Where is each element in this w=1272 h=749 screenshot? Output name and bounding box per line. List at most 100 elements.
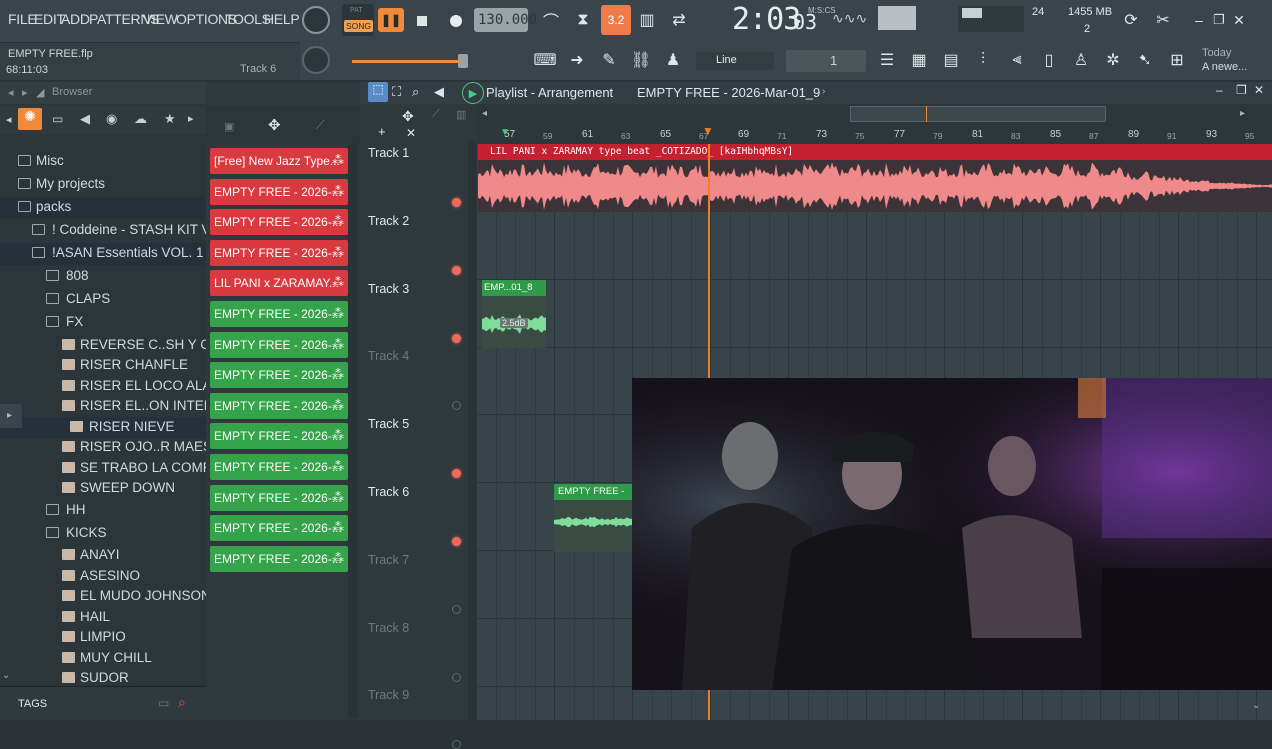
track-mute-led[interactable] <box>452 401 461 411</box>
countdown-button[interactable]: 3.2 <box>601 5 631 35</box>
track-label[interactable]: Track 1 <box>368 146 409 160</box>
wrench-icon[interactable]: ✲ <box>1100 48 1126 72</box>
step-edit-icon[interactable]: ▥ <box>634 8 660 32</box>
back-icon[interactable]: ◂ <box>6 113 12 126</box>
speaker-icon[interactable]: ◀ <box>434 84 444 100</box>
menu-view[interactable]: VIEW <box>143 11 178 27</box>
audio-clip-track6[interactable]: EMPTY FREE - <box>554 484 634 552</box>
master-pitch-knob[interactable] <box>302 46 330 74</box>
clip-source-item[interactable]: EMPTY FREE - 2026-... ⁂ <box>210 515 348 542</box>
maximize-icon[interactable]: ❐ <box>1236 83 1247 97</box>
loop-record-icon[interactable]: ⇄ <box>666 8 692 32</box>
clip-source-item[interactable]: EMPTY FREE - 2026-... ⁂ <box>210 301 348 327</box>
share-icon[interactable]: ➷ <box>1132 48 1158 72</box>
track-mute-led[interactable] <box>452 198 461 207</box>
plugin-tab-icon[interactable]: ◀ <box>80 111 90 127</box>
master-volume-knob[interactable] <box>302 6 330 34</box>
clip-source-item[interactable]: EMPTY FREE - 2026-... ⁂ <box>210 423 348 450</box>
collapse-arrow-icon[interactable]: ◂ <box>8 86 14 99</box>
clip-list-scrollbar[interactable] <box>348 142 358 718</box>
all-files-icon[interactable]: ✺ <box>18 108 42 130</box>
track-label[interactable]: Track 3 <box>368 282 409 296</box>
record-button[interactable] <box>444 9 468 33</box>
play-music-icon[interactable]: ▶ <box>462 82 484 104</box>
browser-item[interactable]: HH <box>0 500 206 522</box>
clip-source-item[interactable]: EMPTY FREE - 2026-... ⁂ <box>210 454 348 480</box>
scroll-left-icon[interactable]: ◂ <box>482 108 487 119</box>
browser-item[interactable]: RISER NIEVE <box>0 417 206 439</box>
overview-bar[interactable]: ◂ ▸ <box>476 104 1272 126</box>
move-icon[interactable]: ✥ <box>402 108 414 125</box>
close-icon[interactable]: ✕ <box>406 126 416 140</box>
snap-select[interactable]: Line <box>696 52 774 70</box>
clip-source-item[interactable]: EMPTY FREE - 2026-... ⁂ <box>210 239 348 266</box>
timeline-ruler[interactable]: 57 59 61 63 65 67 69 71 73 75 77 79 81 83 85 87 89 91 93 95… <box>476 126 1272 144</box>
search-icon[interactable]: ⌕ <box>178 694 186 711</box>
document-tab-icon[interactable]: ▭ <box>52 112 63 126</box>
browser-item[interactable]: 808 <box>0 266 206 288</box>
track-label[interactable]: Track 7 <box>368 553 409 567</box>
scroll-down-icon[interactable]: ⌄ <box>1252 700 1260 711</box>
minimize-icon[interactable]: – <box>1216 83 1223 97</box>
browser-item[interactable]: RISER EL LOCO ALAN <box>0 376 206 398</box>
track-mute-led[interactable] <box>452 469 461 479</box>
folder-icon[interactable]: ▭ <box>158 696 169 710</box>
menu-help[interactable]: HELP <box>264 11 300 27</box>
track-label[interactable]: Track 9 <box>368 688 409 702</box>
piano-roll-icon[interactable]: ▦ <box>906 48 932 72</box>
metronome-icon[interactable]: ⌒ <box>538 8 564 32</box>
pin-icon[interactable]: ▸ <box>22 86 28 99</box>
scroll-right-icon[interactable]: ▸ <box>1240 108 1245 119</box>
track-label[interactable]: Track 2 <box>368 214 409 228</box>
browser-item[interactable]: ANAYI <box>0 545 206 567</box>
browser-item[interactable]: FX <box>0 312 206 334</box>
browser-item[interactable]: LIMPIO <box>0 627 206 649</box>
forward-icon[interactable]: ▸ <box>188 112 194 125</box>
wait-record-icon[interactable]: ⧗ <box>570 8 596 32</box>
browser-item[interactable]: RISER CHANFLE <box>0 355 206 377</box>
browser-item[interactable]: MUY CHILL <box>0 648 206 670</box>
track-label[interactable]: Track 4 <box>368 349 409 363</box>
browser-item[interactable]: HAIL <box>0 607 206 629</box>
menu-add[interactable]: ADD <box>61 11 90 27</box>
slider-handle[interactable] <box>458 54 468 68</box>
clip-source-item[interactable]: EMPTY FREE - 2026-... ⁂ <box>210 362 348 389</box>
pat-song-toggle[interactable]: PAT SONG <box>342 4 374 36</box>
playlist-icon[interactable]: ☰ <box>874 48 900 72</box>
zoom-icon[interactable]: ⌕ <box>412 84 419 100</box>
browser-item[interactable]: SE TRABO LA COMPU <box>0 458 206 480</box>
browser-item[interactable]: RISER OJO..R MAESTRO <box>0 437 206 459</box>
browser-item[interactable]: RISER EL..ON INTENSO <box>0 396 206 418</box>
clip-source-item[interactable]: EMPTY FREE - 2026-... ⁂ <box>210 209 348 236</box>
zoom-box-icon[interactable]: ⛶ <box>392 84 401 100</box>
mixer-icon[interactable]: ⫶ <box>970 48 996 72</box>
add-track-icon[interactable]: + <box>378 124 386 139</box>
grid-icon[interactable]: ▥ <box>456 108 466 121</box>
plugin-icon[interactable]: ♙ <box>1068 48 1094 72</box>
typing-keyboard-icon[interactable]: ⌨ <box>532 48 558 72</box>
tags-label[interactable]: TAGS <box>18 698 47 710</box>
document-icon[interactable]: ▯ <box>1036 48 1062 72</box>
master-pitch-slider[interactable] <box>352 60 464 63</box>
draw-tool-icon[interactable]: ✎ <box>596 48 622 72</box>
browser-expand-tab[interactable]: ▸ <box>0 404 22 428</box>
clip-source-item[interactable]: EMPTY FREE - 2026-... ⁂ <box>210 484 348 511</box>
track-label[interactable]: Track 6 <box>368 485 409 499</box>
cart-icon[interactable]: ⊞ <box>1164 48 1190 72</box>
world-icon[interactable]: ◉ <box>106 111 117 127</box>
close-icon[interactable]: ✕ <box>1226 8 1252 32</box>
clip-source-item[interactable]: EMPTY FREE - 2026-... ⁂ <box>210 392 348 419</box>
browser-item[interactable]: ! Coddeine - STASH KIT V3 ! <box>0 220 206 242</box>
browser-item[interactable]: Misc <box>0 151 206 173</box>
browser-item[interactable]: REVERSE C..SH Y CRASH <box>0 335 206 357</box>
track-label[interactable]: Track 8 <box>368 621 409 635</box>
news-text[interactable]: A newe... <box>1202 61 1247 73</box>
loop-start-marker-icon[interactable]: ▼ <box>500 127 510 138</box>
clip-source-item[interactable]: LIL PANI x ZARAMAY... ⁂ <box>210 270 348 297</box>
browser-item[interactable]: packs <box>0 197 206 219</box>
link-icon[interactable]: ⛓ <box>628 48 654 72</box>
track-mute-led[interactable] <box>452 333 461 343</box>
clip-source-item[interactable]: EMPTY FREE - 2026-... ⁂ <box>210 178 348 205</box>
browser-item[interactable]: CLAPS <box>0 289 206 311</box>
move-icon[interactable]: ✥ <box>268 116 281 134</box>
